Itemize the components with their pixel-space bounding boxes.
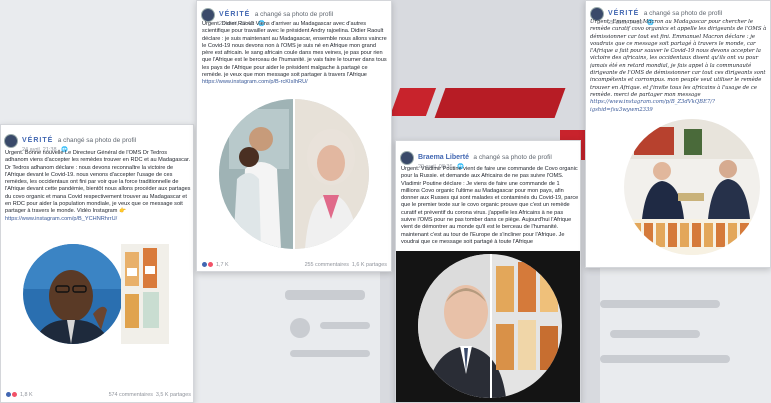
love-icon: [207, 261, 214, 268]
page-name[interactable]: VÉRITÉ: [608, 10, 639, 17]
background-blur: [285, 290, 365, 300]
page-name[interactable]: VÉRITÉ: [219, 11, 250, 18]
love-icon: [11, 391, 18, 398]
background-red-shape: [434, 88, 566, 118]
instagram-link[interactable]: https://www.instagram.com/p/B_Z3dVkQBE7/…: [590, 99, 715, 112]
background-blur: [600, 300, 720, 308]
post-footer: 1,7 K 255 commentaires 1,6 K partages: [201, 261, 387, 268]
post-action: a changé sa photo de profil: [643, 10, 723, 17]
shares-count[interactable]: 1,6 K partages: [352, 262, 387, 268]
post-text-content: Urgent. Vladimir Poutine vient de faire …: [401, 166, 579, 245]
page-name[interactable]: Braema Liberté: [418, 154, 469, 161]
instagram-link[interactable]: https://www.instagram.com/p/B_YCHNRhrrU/: [5, 216, 117, 222]
post-text-content: Urgent. Bonne nouvelle Le Directeur Géné…: [5, 150, 191, 215]
post-action: a changé sa photo de profil: [254, 11, 334, 18]
reaction-count[interactable]: 1,7 K: [201, 261, 229, 268]
page-avatar[interactable]: [4, 134, 18, 148]
post-text-content: Urgent. Didier Raoult Viens d'arriver au…: [202, 21, 387, 79]
poutine-photo: [418, 254, 562, 398]
post-text: Urgent. Bonne nouvelle Le Directeur Géné…: [5, 150, 191, 242]
poutine-photo-frame: [396, 251, 580, 402]
post-footer: 1,8 K 574 commentaires 3,5 K partages: [5, 391, 191, 398]
shares-count[interactable]: 3,5 K partages: [156, 392, 191, 398]
post-tedros: VÉRITÉ a changé sa photo de profil 24 av…: [0, 124, 194, 403]
background-blur: [290, 350, 370, 357]
raoult-photo: [219, 99, 369, 249]
post-raoult: VÉRITÉ a changé sa photo de profil 23 av…: [196, 0, 392, 272]
page-avatar[interactable]: [201, 8, 215, 22]
page-name[interactable]: VÉRITÉ: [22, 137, 53, 144]
macron-photo: [624, 119, 760, 255]
instagram-link[interactable]: https://www.instagram.com/p/B-rcKIsIhRU/: [202, 79, 308, 85]
comments-count[interactable]: 574 commentaires: [109, 392, 153, 398]
post-text: Urgent. Didier Raoult Viens d'arriver au…: [202, 21, 388, 91]
reactions-total: 1,7 K: [216, 261, 229, 268]
post-text-content: Urgent. Emmanuel Macron au Madagascar po…: [590, 19, 767, 98]
post-text: Urgent. Vladimir Poutine vient de faire …: [401, 166, 579, 248]
page-avatar[interactable]: [400, 151, 414, 165]
background-blur: [320, 322, 370, 329]
post-action: a changé sa photo de profil: [57, 137, 137, 144]
reactions-total: 1,8 K: [20, 391, 33, 398]
background-blur: [610, 330, 700, 338]
comments-count[interactable]: 255 commentaires: [305, 262, 349, 268]
background-blur: [600, 355, 730, 363]
tedros-photo: [23, 244, 123, 344]
reaction-count[interactable]: 1,8 K: [5, 391, 33, 398]
post-poutine: Braema Liberté a changé sa photo de prof…: [395, 140, 581, 403]
post-text: Urgent. Emmanuel Macron au Madagascar po…: [590, 19, 768, 115]
background-blur: [290, 318, 310, 338]
post-macron: VÉRITÉ a changé sa photo de profil 25 av…: [585, 0, 771, 268]
remedy-bottles-photo: [121, 244, 169, 344]
post-action: a changé sa photo de profil: [473, 154, 552, 161]
